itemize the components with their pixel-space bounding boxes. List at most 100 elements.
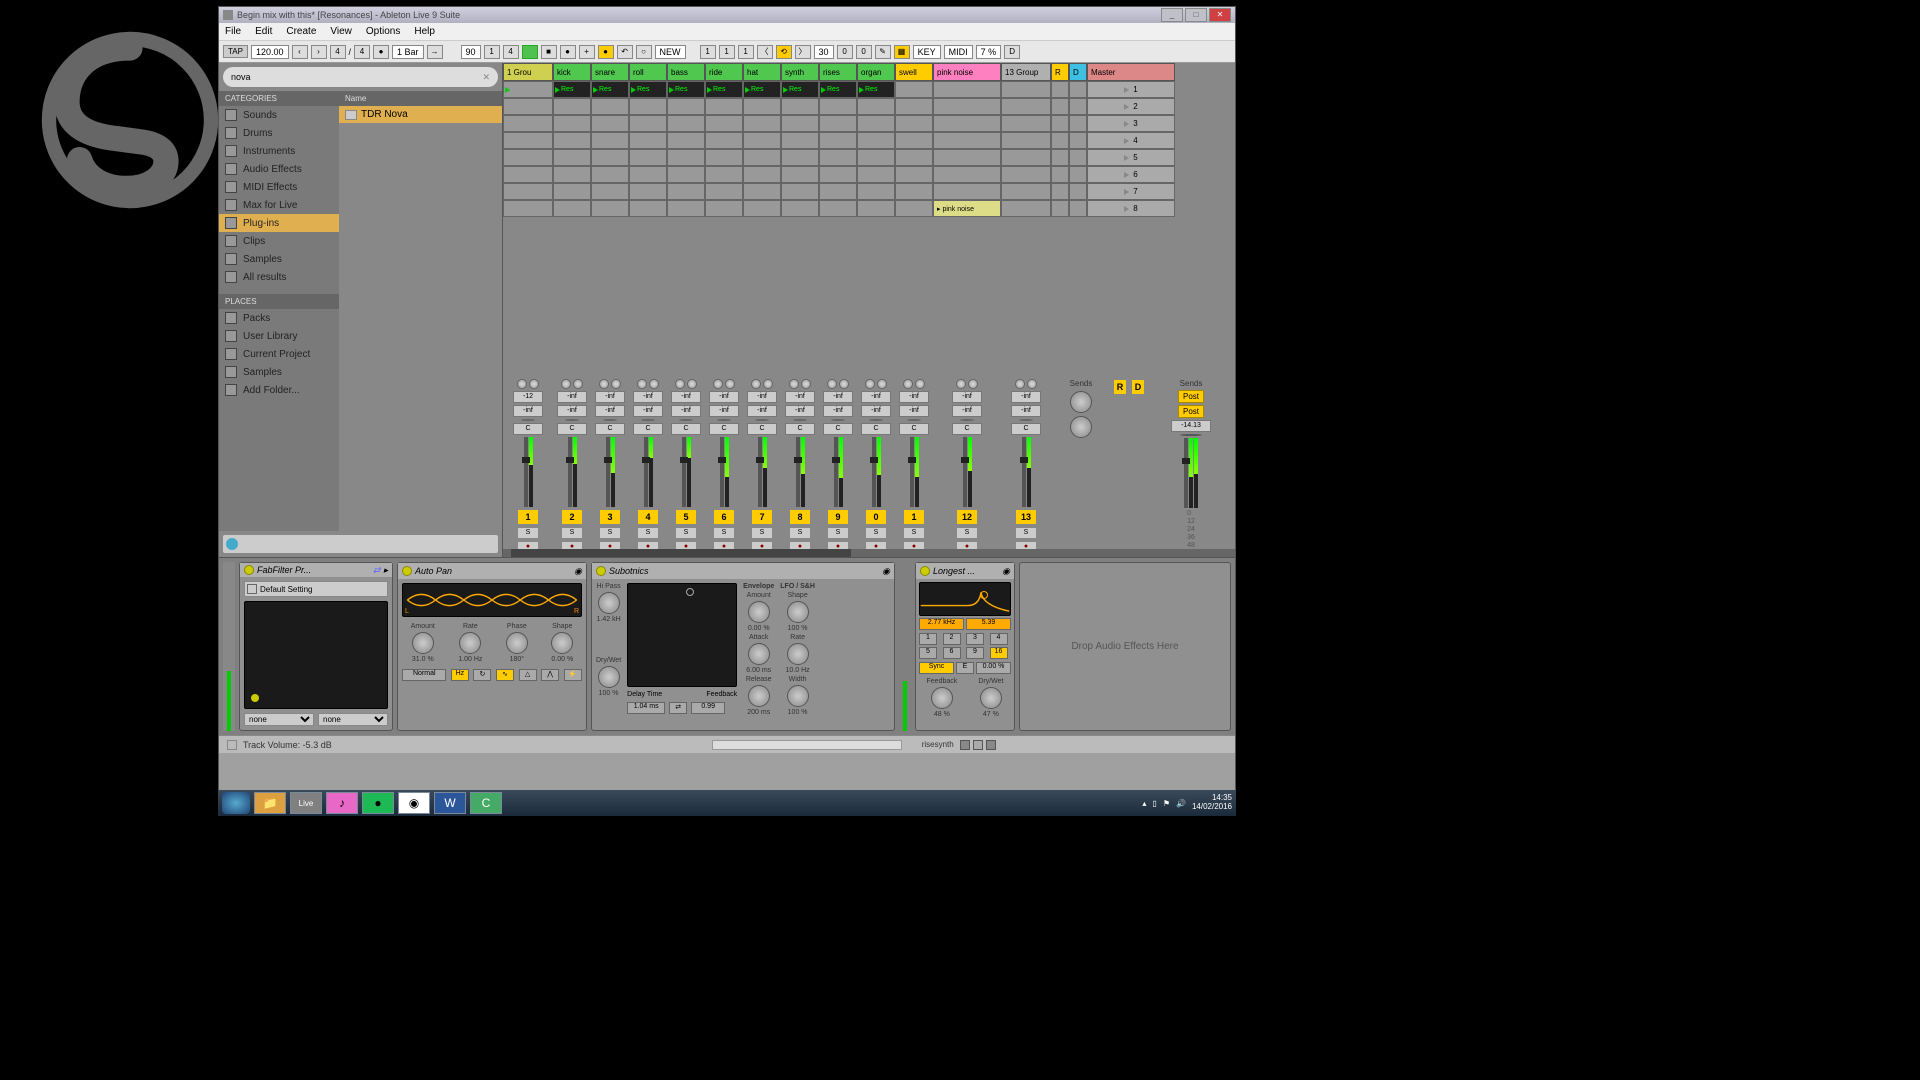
sig-numerator[interactable]: 4 <box>330 45 346 59</box>
device-enable-button[interactable] <box>244 565 254 575</box>
overdub-button[interactable]: + <box>579 45 595 59</box>
send-b-field[interactable]: -inf <box>671 405 701 417</box>
volume-fader[interactable] <box>644 437 648 507</box>
category-item-audio-effects[interactable]: Audio Effects <box>219 160 339 178</box>
send-a-field[interactable]: -inf <box>671 391 701 403</box>
reenable-button[interactable]: ↶ <box>617 45 633 59</box>
volume-fader[interactable] <box>834 437 838 507</box>
send-b-field[interactable]: -inf <box>747 405 777 417</box>
clip-slot[interactable] <box>1069 115 1087 132</box>
clip-slot[interactable] <box>591 200 629 217</box>
device-save-button[interactable]: ◉ <box>882 566 890 577</box>
device-enable-button[interactable] <box>402 566 412 576</box>
start-button[interactable] <box>222 792 250 814</box>
track-header-swell[interactable]: swell <box>895 63 933 81</box>
clip-slot[interactable] <box>629 132 667 149</box>
clip-slot[interactable] <box>819 149 857 166</box>
clip-slot[interactable] <box>591 166 629 183</box>
clip-slot[interactable]: Res <box>743 81 781 98</box>
volume-fader[interactable] <box>606 437 610 507</box>
draw-button[interactable]: ✎ <box>875 45 891 59</box>
hotswap-icon[interactable]: ⇄ <box>373 565 381 576</box>
routing-cell[interactable]: C <box>633 423 663 435</box>
solo-button[interactable]: S <box>827 527 849 539</box>
solo-button[interactable]: S <box>637 527 659 539</box>
send-a-field[interactable]: -inf <box>823 391 853 403</box>
loop-button[interactable]: ⟲ <box>776 45 792 59</box>
clip-slot[interactable] <box>819 98 857 115</box>
scene-slot[interactable]: 2 <box>1087 98 1175 115</box>
clip-slot[interactable]: Res <box>629 81 667 98</box>
clip-slot[interactable] <box>705 149 743 166</box>
clip-slot[interactable] <box>1069 132 1087 149</box>
clip-slot[interactable] <box>819 183 857 200</box>
clip-slot[interactable]: Res <box>857 81 895 98</box>
scene-slot[interactable]: 4 <box>1087 132 1175 149</box>
clip-slot[interactable] <box>781 166 819 183</box>
mult-button[interactable]: E <box>956 662 974 674</box>
delay-time-button[interactable]: 16 <box>990 647 1008 659</box>
search-field[interactable]: ✕ <box>223 67 498 87</box>
routing-cell[interactable]: C <box>557 423 587 435</box>
link-button[interactable]: ⇄ <box>669 702 687 714</box>
delay-time-button[interactable]: 9 <box>966 647 984 659</box>
clip-slot[interactable] <box>1051 183 1069 200</box>
delay-xy-pad[interactable] <box>627 583 737 687</box>
place-item[interactable]: Packs <box>219 309 339 327</box>
lfo-rate-knob[interactable] <box>787 643 809 665</box>
tray-clock[interactable]: 14:35 14/02/2016 <box>1192 794 1232 812</box>
solo-button[interactable]: S <box>675 527 697 539</box>
track-activator-button[interactable]: 5 <box>675 509 697 525</box>
normal-button[interactable]: Normal <box>402 669 446 681</box>
loop-len-six[interactable]: 0 <box>856 45 872 59</box>
clip-slot[interactable] <box>1069 149 1087 166</box>
env-amount-knob[interactable] <box>748 601 770 623</box>
clip-slot[interactable] <box>1051 149 1069 166</box>
clip-slot[interactable] <box>743 98 781 115</box>
clip-slot[interactable] <box>819 132 857 149</box>
clip-slot[interactable] <box>743 200 781 217</box>
clip-slot[interactable] <box>629 98 667 115</box>
clip-slot[interactable] <box>1051 98 1069 115</box>
filter-display[interactable] <box>919 582 1011 616</box>
clip-slot[interactable] <box>1001 183 1051 200</box>
windows-taskbar[interactable]: 📁 Live ♪ ● ◉ W C ▴ ▯ ⚑ 🔊 14:35 14/02/201… <box>218 790 1236 816</box>
send-a-field[interactable]: -12 <box>513 391 543 403</box>
send-b-field[interactable]: -inf <box>513 405 543 417</box>
volume-fader[interactable] <box>568 437 572 507</box>
volume-fader[interactable] <box>796 437 800 507</box>
place-item[interactable]: Current Project <box>219 345 339 363</box>
clip-slot[interactable]: Res <box>553 81 591 98</box>
send-knob[interactable] <box>1070 391 1092 413</box>
send-knob[interactable] <box>1070 416 1092 438</box>
clip-slot[interactable]: Res <box>819 81 857 98</box>
clip-slot[interactable] <box>781 149 819 166</box>
clip-slot[interactable] <box>591 149 629 166</box>
crossfader[interactable] <box>712 740 902 750</box>
device-enable-button[interactable] <box>920 566 930 576</box>
clip-slot[interactable] <box>743 132 781 149</box>
clear-search-icon[interactable]: ✕ <box>482 72 490 83</box>
clip-slot[interactable] <box>629 200 667 217</box>
track-header-kick[interactable]: kick <box>553 63 591 81</box>
clip-slot[interactable] <box>591 98 629 115</box>
wave-sine-button[interactable]: ∿ <box>496 669 514 681</box>
master-fader[interactable] <box>1184 438 1188 508</box>
info-toggle-button[interactable] <box>227 740 237 750</box>
tap-tempo-button[interactable]: TAP <box>223 45 248 58</box>
pan-knob[interactable] <box>960 419 974 421</box>
tray-action-icon[interactable]: ⚑ <box>1163 799 1170 808</box>
scene-slot[interactable]: 1 <box>1087 81 1175 98</box>
tray-up-icon[interactable]: ▴ <box>1142 799 1146 808</box>
clip-slot[interactable] <box>1069 200 1087 217</box>
phase-knob[interactable] <box>506 632 528 654</box>
clip-slot[interactable] <box>705 115 743 132</box>
lfo-shape-knob[interactable] <box>787 601 809 623</box>
capture-button[interactable]: ○ <box>636 45 652 59</box>
clip-slot[interactable] <box>857 166 895 183</box>
solo-button[interactable]: S <box>956 527 978 539</box>
clip-slot[interactable] <box>629 115 667 132</box>
track-header-13-Group[interactable]: 13 Group <box>1001 63 1051 81</box>
device-view-button[interactable] <box>973 740 983 750</box>
pan-knob[interactable] <box>679 419 693 421</box>
